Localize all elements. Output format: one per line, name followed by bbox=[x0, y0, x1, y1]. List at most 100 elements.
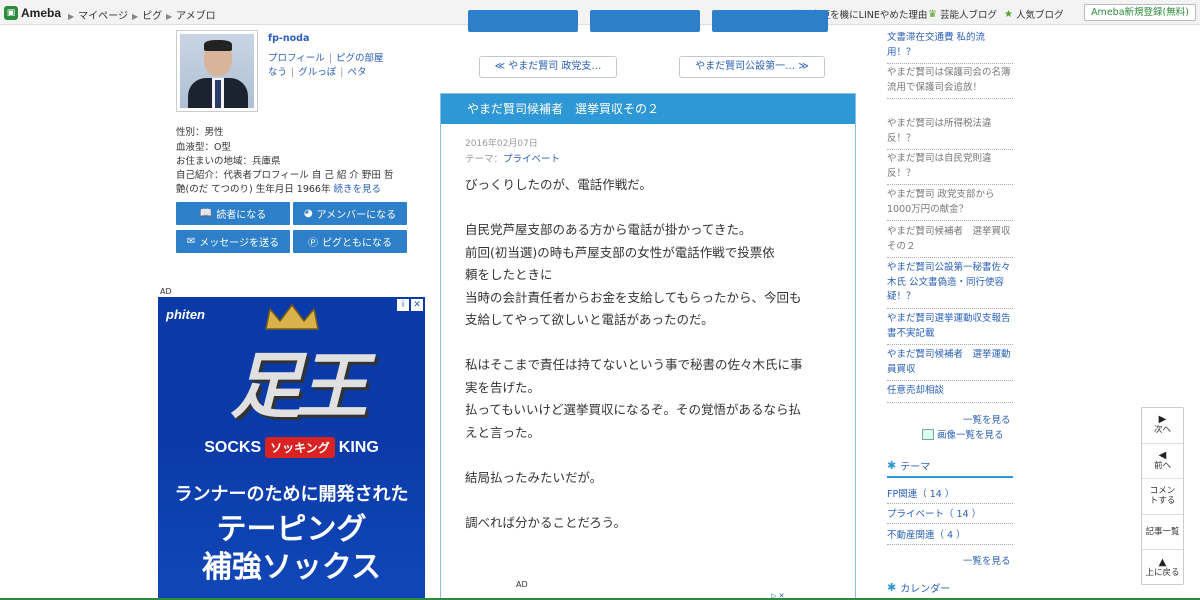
recent-entry-link[interactable]: やまだ賢司選挙運動収支報告書不実記載 bbox=[887, 312, 1013, 345]
ad-info-icon[interactable]: i bbox=[397, 299, 409, 311]
share-button-strip[interactable] bbox=[590, 10, 700, 32]
profile-link[interactable]: プロフィール bbox=[268, 53, 325, 64]
image-icon bbox=[922, 428, 934, 440]
triangle-up-icon: ▲ bbox=[1158, 556, 1167, 568]
ameba-logo-text: Ameba bbox=[21, 6, 62, 20]
intro-line1: 自己紹介：代表者プロフィール 自 己 紹 介 野田 哲 bbox=[176, 170, 394, 181]
peta-link[interactable]: ペタ bbox=[347, 67, 366, 78]
blog-entry: やまだ賢司候補者 選挙買収その２ 2016年02月07日 テーマ：プライベート … bbox=[440, 93, 856, 600]
profile-links-row1: プロフィール | ピグの部屋 bbox=[268, 53, 384, 64]
ameba-frog-icon: ▣ bbox=[4, 6, 18, 20]
entry-line: 当時の会計責任者からお金を支給してもらったから、今回も bbox=[465, 289, 802, 305]
entry-list-button[interactable]: 記事一覧 bbox=[1142, 515, 1183, 550]
play-right-icon: ▶ bbox=[1158, 414, 1167, 426]
list-more-link[interactable]: 一覧を見る bbox=[963, 412, 1011, 426]
pigtomo-button[interactable]: Ⓟ ピグともになる bbox=[293, 230, 407, 253]
intro-more-link[interactable]: 続きを見る bbox=[334, 184, 382, 195]
crown-icon: ♛ bbox=[928, 8, 937, 20]
avatar bbox=[180, 34, 254, 108]
message-button[interactable]: ✉ メッセージを送る bbox=[176, 230, 290, 253]
sparkle-icon: ✱ bbox=[887, 581, 897, 594]
back-to-top-button[interactable]: ▲ 上に戻る bbox=[1142, 550, 1183, 586]
theme-item[interactable]: FP関連（ 14 ） bbox=[887, 486, 1013, 504]
speech-icon: ◕ bbox=[303, 208, 313, 219]
recent-entry-link[interactable]: やまだ賢司候補者 選挙運動員買収 bbox=[887, 348, 1013, 381]
entry-line: えと言った。 bbox=[465, 424, 541, 440]
nav-ameblo[interactable]: ▶ アメブロ bbox=[166, 7, 216, 22]
pig-room-link[interactable]: ピグの部屋 bbox=[336, 53, 384, 64]
theme-more-link[interactable]: 一覧を見る bbox=[963, 553, 1011, 567]
recent-entry-link[interactable]: やまだ賢司候補者 選挙買収その２ bbox=[887, 225, 1013, 258]
theme-section-header: ✱ テーマ bbox=[887, 458, 1013, 478]
reader-button[interactable]: 📖 読者になる bbox=[176, 202, 290, 225]
profile-name[interactable]: fp-noda bbox=[268, 33, 309, 44]
profile-photo[interactable] bbox=[176, 30, 258, 112]
entry-line: 調べれば分かることだろう。 bbox=[465, 514, 627, 530]
entry-line: 実を告げた。 bbox=[465, 379, 541, 395]
entry-line: 自民党芦屋支部のある方から電話が掛かってきた。 bbox=[465, 222, 752, 237]
image-list-link[interactable]: 画像一覧を見る bbox=[922, 427, 1004, 441]
ad-close-icon[interactable]: ✕ bbox=[411, 299, 423, 311]
popular-blog-link[interactable]: ★ 人気ブログ bbox=[1004, 7, 1063, 22]
mail-icon: ✉ bbox=[186, 236, 196, 247]
gurutto-link[interactable]: グルっぽ bbox=[298, 67, 336, 78]
entry-line: びっくりしたのが、電話作戦だ。 bbox=[465, 177, 652, 192]
arrow-right-icon: ▶ bbox=[132, 12, 139, 21]
share-button-strip[interactable] bbox=[468, 10, 578, 32]
star-icon: ★ bbox=[1004, 8, 1013, 20]
prev-button[interactable]: ◀ 前へ bbox=[1142, 444, 1183, 479]
phiten-ad-banner[interactable]: phiten i ✕ 足王 SOCKS ソッキング KING ランナーのために開発さ… bbox=[158, 297, 425, 600]
recent-entry-link[interactable]: やまだ賢司は所得税法違反！？ bbox=[887, 117, 1013, 150]
entry-theme-link[interactable]: プライベート bbox=[503, 154, 560, 165]
ad-copy-line3: 補強ソックス bbox=[201, 550, 382, 585]
ad-tagline: SOCKS ソッキング KING bbox=[204, 437, 379, 458]
entry-body: びっくりしたのが、電話作戦だ。自民党芦屋支部のある方から電話が掛かってきた。前回… bbox=[465, 174, 837, 534]
gender-info: 性別：男性 bbox=[176, 127, 224, 138]
phiten-brand: phiten bbox=[166, 307, 205, 322]
recent-entry-link[interactable]: 任意売却相談 bbox=[887, 384, 1013, 403]
recent-entry-link[interactable]: 文書滞在交通費 私的流用！？ bbox=[887, 31, 1013, 64]
calendar-section-header: ✱ カレンダー bbox=[887, 580, 1013, 600]
ad-label: AD bbox=[160, 287, 172, 296]
play-left-icon: ◀ bbox=[1158, 449, 1167, 461]
next-entry-link[interactable]: やまだ賢司公設第一… ≫ bbox=[679, 56, 825, 78]
recent-entry-link[interactable]: やまだ賢司 政党支部から1000万円の献金？ bbox=[887, 188, 1013, 221]
comment-button[interactable]: コメントする bbox=[1142, 479, 1183, 515]
theme-item[interactable]: プライベート（ 14 ） bbox=[887, 506, 1013, 524]
book-icon: 📖 bbox=[199, 208, 213, 219]
entry-theme: テーマ：プライベート bbox=[465, 154, 561, 165]
ad-label: AD bbox=[516, 580, 528, 589]
entry-title[interactable]: やまだ賢司候補者 選挙買収その２ bbox=[441, 94, 855, 124]
recent-entry-link[interactable]: やまだ賢司は自民党則違反！？ bbox=[887, 152, 1013, 185]
arrow-right-icon: ▶ bbox=[166, 12, 173, 21]
intro-line2: 艶(のだ てつのり) 生年月日 1966年 続きを見る bbox=[176, 184, 382, 195]
ad-logo-text: 足王 bbox=[229, 343, 368, 428]
sparkle-icon: ✱ bbox=[887, 459, 897, 472]
amember-button[interactable]: ◕ アメンバーになる bbox=[293, 202, 407, 225]
ad-copy-line1: ランナーのために開発された bbox=[174, 484, 409, 505]
nav-mypage[interactable]: ▶ マイページ bbox=[68, 7, 128, 22]
entry-line: 支給してやって欲しいと電話があったのだ。 bbox=[465, 312, 714, 327]
entry-line: 払ってもいいけど選挙買収になるぞ。その覚悟があるなら払 bbox=[465, 402, 802, 417]
entry-line: 私はそこまで責任は持てないという事で秘書の佐々木氏に事 bbox=[465, 357, 803, 372]
next-button[interactable]: ▶ 次へ bbox=[1142, 408, 1183, 444]
blood-info: 血液型：O型 bbox=[176, 142, 231, 153]
entry-line: 前回(初当選)の時も芦屋支部の女性が電話作戦で投票依 bbox=[465, 244, 775, 260]
geinin-blog-link[interactable]: ♛ 芸能人ブログ bbox=[928, 7, 997, 22]
profile-links-row2: なう | グルっぽ | ペタ bbox=[268, 67, 367, 78]
share-button-strip[interactable] bbox=[712, 10, 828, 32]
prev-entry-link[interactable]: ≪ やまだ賢司 政党支… bbox=[479, 56, 617, 78]
ameba-logo[interactable]: ▣ Ameba bbox=[4, 5, 61, 21]
entry-date: 2016年02月07日 bbox=[465, 139, 538, 149]
register-button[interactable]: Ameba新規登録(無料) bbox=[1084, 4, 1196, 21]
theme-item[interactable]: 不動産関連（ 4 ） bbox=[887, 527, 1013, 545]
entry-line: 結局払ったみたいだが。 bbox=[465, 469, 603, 485]
location-info: お住まいの地域：兵庫県 bbox=[176, 156, 281, 167]
recent-entry-link[interactable]: やまだ賢司公設第一秘書佐々木氏 公文書偽造・同行使容疑！？ bbox=[887, 261, 1013, 309]
nav-pig[interactable]: ▶ ピグ bbox=[132, 7, 162, 22]
nau-link[interactable]: なう bbox=[268, 67, 287, 78]
recent-entry-link[interactable]: やまだ賢司は保護司会の名簿流用で保護司会追放！ bbox=[887, 66, 1013, 99]
